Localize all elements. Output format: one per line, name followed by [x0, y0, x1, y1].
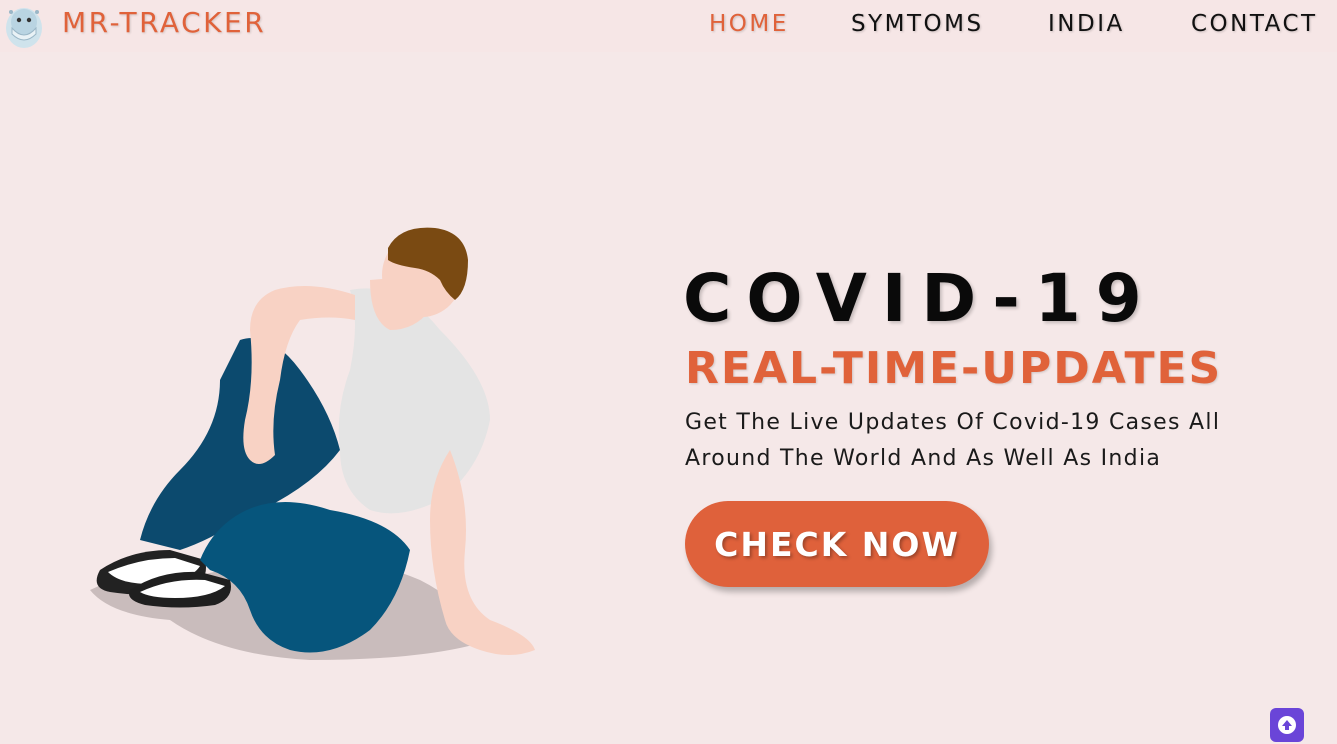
navbar: MR-TRACKER HOME SYMTOMS INDIA CONTACT	[0, 0, 1337, 52]
sitting-man-illustration	[90, 227, 535, 660]
nav-contact[interactable]: CONTACT	[1191, 11, 1318, 37]
check-now-button[interactable]: CHECK NOW	[685, 501, 989, 587]
brand-name: MR-TRACKER	[62, 6, 267, 39]
hero-description: Get The Live Updates Of Covid-19 Cases A…	[685, 405, 1285, 477]
hero-title: COVID-19	[683, 260, 1157, 337]
hero-subtitle: REAL-TIME-UPDATES	[685, 343, 1223, 394]
arrow-up-circle-icon	[1278, 716, 1296, 734]
scroll-to-top-button[interactable]	[1270, 708, 1304, 742]
mask-virus-logo-icon	[6, 8, 42, 48]
brand[interactable]: MR-TRACKER	[3, 2, 264, 50]
nav-india[interactable]: INDIA	[1048, 11, 1125, 37]
nav-home[interactable]: HOME	[709, 11, 789, 37]
hero-description-line-2: Around The World And As Well As India	[685, 446, 1162, 471]
nav-symptoms[interactable]: SYMTOMS	[851, 11, 984, 37]
hero-description-line-1: Get The Live Updates Of Covid-19 Cases A…	[685, 410, 1221, 435]
